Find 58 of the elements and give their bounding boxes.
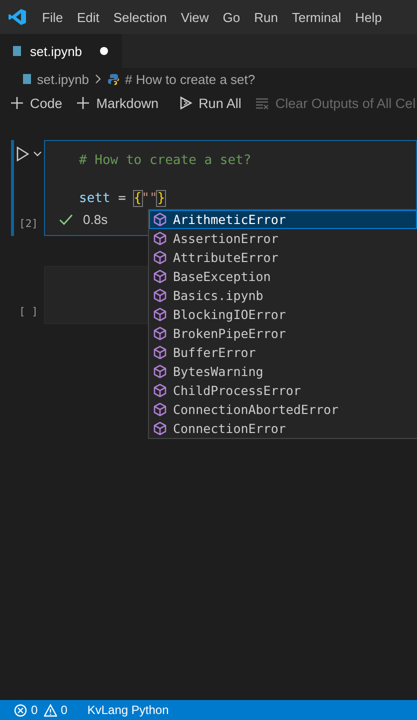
cube-icon bbox=[153, 231, 167, 246]
menu-item[interactable]: View bbox=[174, 10, 216, 24]
menu-item[interactable]: Terminal bbox=[285, 10, 348, 24]
suggestion-item[interactable]: BufferError bbox=[149, 343, 417, 362]
notebook-file-icon bbox=[12, 45, 22, 57]
error-icon[interactable] bbox=[14, 704, 27, 716]
suggestion-item[interactable]: ConnectionAbortedError bbox=[149, 400, 417, 419]
run-cell-icon[interactable] bbox=[16, 146, 29, 162]
cube-icon bbox=[153, 307, 167, 322]
app-logo-icon bbox=[8, 8, 27, 26]
error-count[interactable]: 0 bbox=[31, 703, 38, 717]
cube-icon bbox=[153, 345, 167, 360]
toolbar-button[interactable]: Run All bbox=[178, 96, 242, 110]
language-mode[interactable]: KvLang Python bbox=[87, 703, 169, 717]
toolbar-button[interactable]: Markdown bbox=[76, 96, 159, 110]
breadcrumb-item[interactable]: # How to create a set? bbox=[125, 72, 256, 86]
suggestion-item[interactable]: AttributeError bbox=[149, 248, 417, 267]
suggestion-item[interactable]: BaseException bbox=[149, 267, 417, 286]
clear-list-icon bbox=[255, 96, 270, 110]
cube-icon bbox=[153, 250, 167, 265]
execution-count: [2] bbox=[19, 218, 38, 230]
menu-item[interactable]: Go bbox=[216, 10, 248, 24]
code-line: # How to create a set? bbox=[79, 152, 252, 170]
suggestion-item[interactable]: BrokenPipeError bbox=[149, 324, 417, 343]
cube-icon bbox=[153, 402, 167, 417]
editor-tab[interactable]: set.ipynb bbox=[0, 34, 122, 68]
execution-count: [ ] bbox=[19, 306, 38, 318]
cube-icon bbox=[153, 326, 167, 341]
cube-icon bbox=[153, 364, 167, 379]
menu-item[interactable]: File bbox=[35, 10, 70, 24]
menu-item[interactable]: Selection bbox=[106, 10, 174, 24]
chevron-down-icon[interactable] bbox=[33, 151, 42, 157]
suggestion-item[interactable]: BytesWarning bbox=[149, 362, 417, 381]
suggestion-item[interactable]: ConnectionError bbox=[149, 419, 417, 438]
suggestion-item[interactable]: ArithmeticError bbox=[149, 210, 417, 229]
chevron-right-icon bbox=[94, 74, 102, 84]
plus-icon bbox=[76, 96, 90, 110]
cube-icon bbox=[153, 269, 167, 284]
menu-item[interactable]: Edit bbox=[70, 10, 106, 24]
toolbar-button[interactable]: Code bbox=[10, 96, 62, 110]
suggestion-item[interactable]: BlockingIOError bbox=[149, 305, 417, 324]
menu-item[interactable]: Run bbox=[247, 10, 285, 24]
warning-count[interactable]: 0 bbox=[60, 703, 68, 717]
cube-icon bbox=[153, 383, 167, 398]
plus-icon bbox=[10, 96, 24, 110]
cube-icon bbox=[153, 212, 167, 227]
play-icon bbox=[178, 96, 193, 110]
python-icon bbox=[107, 72, 120, 86]
suggestion-item[interactable]: ChildProcessError bbox=[149, 381, 417, 400]
breadcrumb-item[interactable]: set.ipynb bbox=[37, 72, 90, 86]
code-line: sett = {""} bbox=[79, 190, 166, 208]
execution-time: 0.8s bbox=[83, 211, 108, 229]
warning-icon[interactable] bbox=[44, 704, 57, 716]
cube-icon bbox=[153, 421, 167, 436]
menu-item[interactable]: Help bbox=[348, 10, 389, 24]
cube-icon bbox=[153, 288, 167, 303]
suggestion-item[interactable]: Basics.ipynb bbox=[149, 286, 417, 305]
notebook-file-icon bbox=[22, 73, 32, 85]
